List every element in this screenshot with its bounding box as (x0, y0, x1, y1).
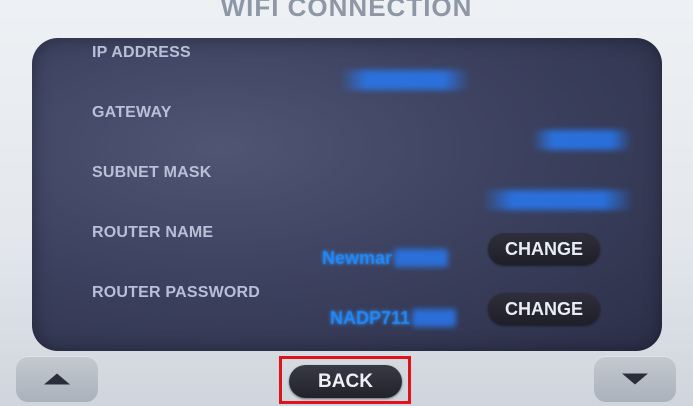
down-arrow-icon (622, 373, 648, 385)
gateway-label: GATEWAY (92, 104, 172, 121)
ip-address-value-redacted (340, 70, 470, 90)
subnet-mask-label: SUBNET MASK (92, 164, 212, 181)
router-name-redacted (394, 249, 449, 267)
scroll-down-button[interactable] (594, 356, 676, 402)
page-title: WIFI CONNECTION (220, 0, 473, 22)
change-router-password-button[interactable]: CHANGE (488, 293, 600, 325)
gateway-value-redacted (532, 130, 632, 150)
scroll-up-button[interactable] (16, 356, 98, 402)
ip-address-label: IP ADDRESS (92, 44, 191, 61)
router-name-text: Newmar (322, 248, 393, 268)
back-button[interactable]: BACK (289, 365, 402, 398)
change-router-name-button[interactable]: CHANGE (488, 233, 600, 265)
router-password-value: NADP711 (330, 308, 457, 329)
router-name-value: Newmar (322, 248, 449, 269)
router-password-redacted (412, 309, 457, 327)
subnet-mask-value-redacted (482, 190, 634, 210)
up-arrow-icon (44, 373, 70, 385)
router-password-label: ROUTER PASSWORD (92, 284, 261, 301)
router-name-label: ROUTER NAME (92, 224, 214, 241)
wifi-connection-screen: WIFI CONNECTION IP ADDRESS GATEWAY SUBNE… (0, 0, 693, 406)
router-password-text: NADP711 (330, 308, 411, 328)
